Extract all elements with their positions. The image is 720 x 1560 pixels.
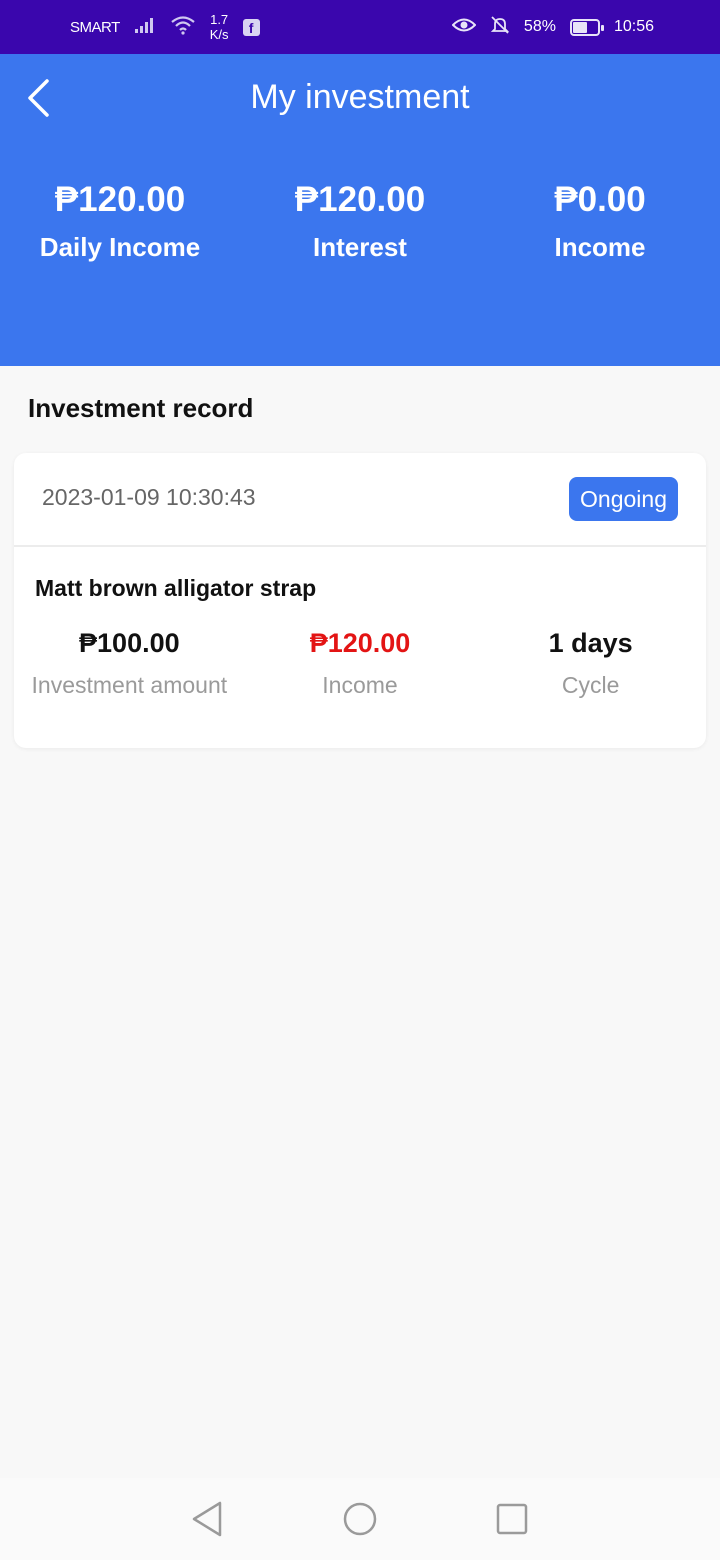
- bell-off-icon: [490, 15, 510, 40]
- stat-value: ₱0.00: [554, 180, 646, 219]
- record-stats: ₱100.00 Investment amount ₱120.00 Income…: [14, 626, 706, 699]
- stat-value: ₱120.00: [294, 180, 426, 219]
- nav-home-icon: [343, 1502, 377, 1536]
- cstat-value: 1 days: [548, 628, 633, 658]
- nav-recents-button[interactable]: [486, 1493, 538, 1545]
- page-title: My investment: [250, 78, 470, 116]
- stat-label: Income: [554, 232, 646, 262]
- network-speed: 1.7 K/s: [210, 12, 229, 42]
- nav-recents-icon: [496, 1503, 528, 1535]
- investment-record-card[interactable]: 2023-01-09 10:30:43 Ongoing Matt brown a…: [14, 453, 706, 748]
- record-header: 2023-01-09 10:30:43 Ongoing: [14, 453, 706, 547]
- stat-label: Daily Income: [39, 232, 201, 262]
- record-date: 2023-01-09 10:30:43: [42, 483, 256, 510]
- wifi-icon: [170, 15, 196, 40]
- product-name: Matt brown alligator strap: [35, 575, 317, 601]
- stat-value: ₱120.00: [54, 180, 186, 219]
- stat-interest: ₱120.00 Interest: [240, 178, 480, 263]
- cstat-label: Income: [322, 672, 398, 698]
- cstat-label: Cycle: [561, 672, 620, 698]
- nav-back-icon: [192, 1501, 222, 1537]
- eye-icon: [451, 16, 477, 39]
- clock: 10:56: [613, 18, 654, 35]
- cstat-value: ₱120.00: [309, 628, 411, 658]
- nav-home-button[interactable]: [334, 1493, 386, 1545]
- cstat-label: Investment amount: [31, 672, 228, 698]
- stat-label: Interest: [313, 232, 407, 262]
- status-badge: Ongoing: [569, 477, 678, 521]
- system-nav-bar: [0, 1478, 720, 1560]
- stat-daily-income: ₱120.00 Daily Income: [0, 178, 240, 263]
- record-income: ₱120.00 Income: [245, 626, 476, 699]
- network-speed-unit: K/s: [209, 27, 229, 42]
- network-speed-value: 1.7: [210, 12, 229, 27]
- facebook-icon: f: [242, 18, 260, 36]
- record-cycle: 1 days Cycle: [475, 626, 706, 699]
- status-bar-left: SMART 1.7 K/s f: [70, 12, 260, 42]
- status-bar: SMART 1.7 K/s f 58% 10:56: [0, 0, 720, 54]
- battery-fill: [572, 21, 587, 33]
- summary-stats: ₱120.00 Daily Income ₱120.00 Interest ₱0…: [0, 178, 720, 263]
- record-investment-amount: ₱100.00 Investment amount: [14, 626, 245, 699]
- nav-back-button[interactable]: [182, 1493, 234, 1545]
- signal-icon: [134, 16, 156, 39]
- header: My investment ₱120.00 Daily Income ₱120.…: [0, 54, 720, 366]
- battery-percent: 58%: [523, 18, 556, 35]
- section-title: Investment record: [28, 393, 254, 423]
- status-bar-right: 58% 10:56: [451, 15, 654, 40]
- stat-income: ₱0.00 Income: [480, 178, 720, 263]
- battery-icon: [569, 18, 604, 36]
- carrier-label: SMART: [70, 18, 120, 36]
- cstat-value: ₱100.00: [79, 628, 180, 658]
